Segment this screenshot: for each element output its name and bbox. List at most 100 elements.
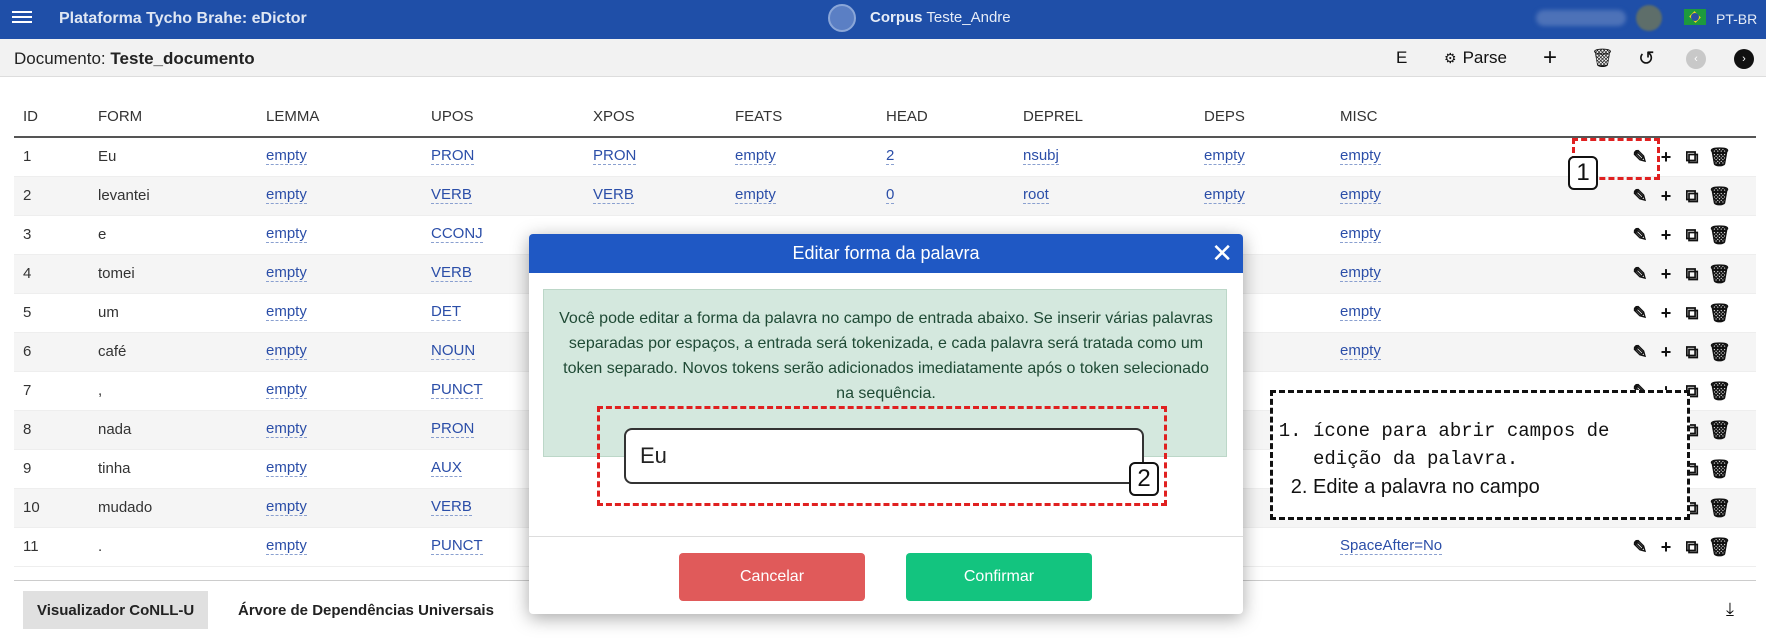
avatar[interactable]: [1636, 5, 1662, 31]
edit-icon[interactable]: ✎: [1630, 264, 1650, 284]
cell-head[interactable]: 2: [886, 148, 895, 165]
cell-upos[interactable]: VERB: [431, 187, 472, 204]
trash-icon[interactable]: 🗑: [1591, 47, 1614, 69]
copy-icon[interactable]: ⧉: [1682, 537, 1702, 557]
copy-icon[interactable]: ⧉: [1682, 186, 1702, 206]
cell-upos[interactable]: VERB: [431, 265, 472, 282]
cell-lemma[interactable]: empty: [266, 538, 307, 555]
cell-upos[interactable]: PRON: [431, 421, 475, 438]
download-icon[interactable]: ⤓: [1726, 599, 1734, 620]
tab-conllu-viewer[interactable]: Visualizador CoNLL-U: [23, 591, 209, 629]
user-name-blurred[interactable]: [1536, 10, 1626, 26]
cell-lemma[interactable]: empty: [266, 187, 307, 204]
corpus-label: Corpus: [870, 9, 923, 26]
edit-icon[interactable]: ✎: [1630, 342, 1650, 362]
annotation-highlight-input: [597, 406, 1167, 506]
copy-icon[interactable]: ⧉: [1682, 264, 1702, 284]
close-icon[interactable]: ✕: [1211, 234, 1233, 273]
cell-deps[interactable]: empty: [1204, 148, 1245, 165]
add-icon[interactable]: +: [1543, 44, 1557, 71]
document-name: Teste_documento: [110, 49, 255, 68]
add-icon[interactable]: +: [1656, 342, 1676, 362]
language-selector[interactable]: PT-BR: [1716, 11, 1757, 27]
trash-icon[interactable]: 🗑: [1708, 264, 1731, 284]
corpus-info[interactable]: Corpus Teste_Andre: [870, 9, 1011, 26]
cell-deprel[interactable]: root: [1023, 187, 1049, 204]
cell-feats[interactable]: empty: [735, 148, 776, 165]
cell-misc[interactable]: empty: [1340, 187, 1381, 204]
copy-icon[interactable]: ⧉: [1682, 147, 1702, 167]
cell-lemma[interactable]: empty: [266, 265, 307, 282]
cell-xpos[interactable]: VERB: [593, 187, 634, 204]
cell-lemma[interactable]: empty: [266, 421, 307, 438]
table-row: 1 Eu empty PRON PRON empty 2 nsubj empty empty ✎ + ⧉…: [14, 138, 1756, 177]
trash-icon[interactable]: 🗑: [1708, 537, 1731, 557]
col-head: HEAD: [886, 108, 928, 125]
edit-icon[interactable]: ✎: [1630, 303, 1650, 323]
copy-icon[interactable]: ⧉: [1682, 225, 1702, 245]
cell-lemma[interactable]: empty: [266, 304, 307, 321]
cell-upos[interactable]: NOUN: [431, 343, 476, 360]
cell-form: tinha: [98, 460, 131, 477]
cell-upos[interactable]: PUNCT: [431, 538, 483, 555]
trash-icon[interactable]: 🗑: [1708, 381, 1731, 401]
tab-dependency-tree[interactable]: Árvore de Dependências Universais: [224, 591, 508, 629]
brazil-flag-icon[interactable]: [1684, 9, 1706, 25]
add-icon[interactable]: +: [1656, 303, 1676, 323]
trash-icon[interactable]: 🗑: [1708, 303, 1731, 323]
cell-upos[interactable]: CCONJ: [431, 226, 483, 243]
add-icon[interactable]: +: [1656, 225, 1676, 245]
row-actions: ✎ + ⧉ 🗑: [1630, 537, 1731, 557]
cell-misc[interactable]: SpaceAfter=No: [1340, 538, 1443, 555]
edit-icon[interactable]: ✎: [1630, 186, 1650, 206]
hamburger-menu-icon[interactable]: [12, 8, 32, 28]
trash-icon[interactable]: 🗑: [1708, 498, 1731, 518]
cell-misc[interactable]: empty: [1340, 304, 1381, 321]
trash-icon[interactable]: 🗑: [1708, 225, 1731, 245]
edit-icon[interactable]: ✎: [1630, 537, 1650, 557]
cell-feats[interactable]: empty: [735, 187, 776, 204]
cell-deps[interactable]: empty: [1204, 187, 1245, 204]
e-button[interactable]: E: [1396, 47, 1407, 69]
cell-upos[interactable]: AUX: [431, 460, 462, 477]
cell-lemma[interactable]: empty: [266, 343, 307, 360]
cell-xpos[interactable]: PRON: [593, 148, 637, 165]
cell-upos[interactable]: PRON: [431, 148, 475, 165]
cell-upos[interactable]: VERB: [431, 499, 472, 516]
edit-icon[interactable]: ✎: [1630, 225, 1650, 245]
cell-id: 2: [23, 187, 32, 204]
cell-misc[interactable]: empty: [1340, 148, 1381, 165]
cell-upos[interactable]: PUNCT: [431, 382, 483, 399]
add-icon[interactable]: +: [1656, 537, 1676, 557]
cell-deprel[interactable]: nsubj: [1023, 148, 1059, 165]
trash-icon[interactable]: 🗑: [1708, 342, 1731, 362]
cell-id: 3: [23, 226, 32, 243]
parse-button[interactable]: ⚙ Parse: [1444, 47, 1507, 69]
trash-icon[interactable]: 🗑: [1708, 459, 1731, 479]
confirm-button[interactable]: Confirmar: [906, 553, 1092, 601]
cell-lemma[interactable]: empty: [266, 499, 307, 516]
copy-icon[interactable]: ⧉: [1682, 303, 1702, 323]
undo-icon[interactable]: ↺: [1638, 47, 1655, 70]
col-lemma: LEMMA: [266, 108, 320, 125]
cell-lemma[interactable]: empty: [266, 382, 307, 399]
previous-icon[interactable]: ‹: [1686, 49, 1706, 69]
cell-misc[interactable]: empty: [1340, 226, 1381, 243]
next-icon[interactable]: ›: [1734, 49, 1754, 69]
row-actions: ✎ + ⧉ 🗑: [1630, 342, 1731, 362]
trash-icon[interactable]: 🗑: [1708, 420, 1731, 440]
cell-upos[interactable]: DET: [431, 304, 461, 321]
cell-head[interactable]: 0: [886, 187, 895, 204]
cancel-button[interactable]: Cancelar: [679, 553, 865, 601]
add-icon[interactable]: +: [1656, 186, 1676, 206]
copy-icon[interactable]: ⧉: [1682, 342, 1702, 362]
cell-lemma[interactable]: empty: [266, 226, 307, 243]
cell-id: 1: [23, 148, 32, 165]
trash-icon[interactable]: 🗑: [1708, 186, 1731, 206]
cell-misc[interactable]: empty: [1340, 343, 1381, 360]
cell-lemma[interactable]: empty: [266, 460, 307, 477]
add-icon[interactable]: +: [1656, 264, 1676, 284]
trash-icon[interactable]: 🗑: [1708, 147, 1731, 167]
cell-misc[interactable]: empty: [1340, 265, 1381, 282]
cell-lemma[interactable]: empty: [266, 148, 307, 165]
